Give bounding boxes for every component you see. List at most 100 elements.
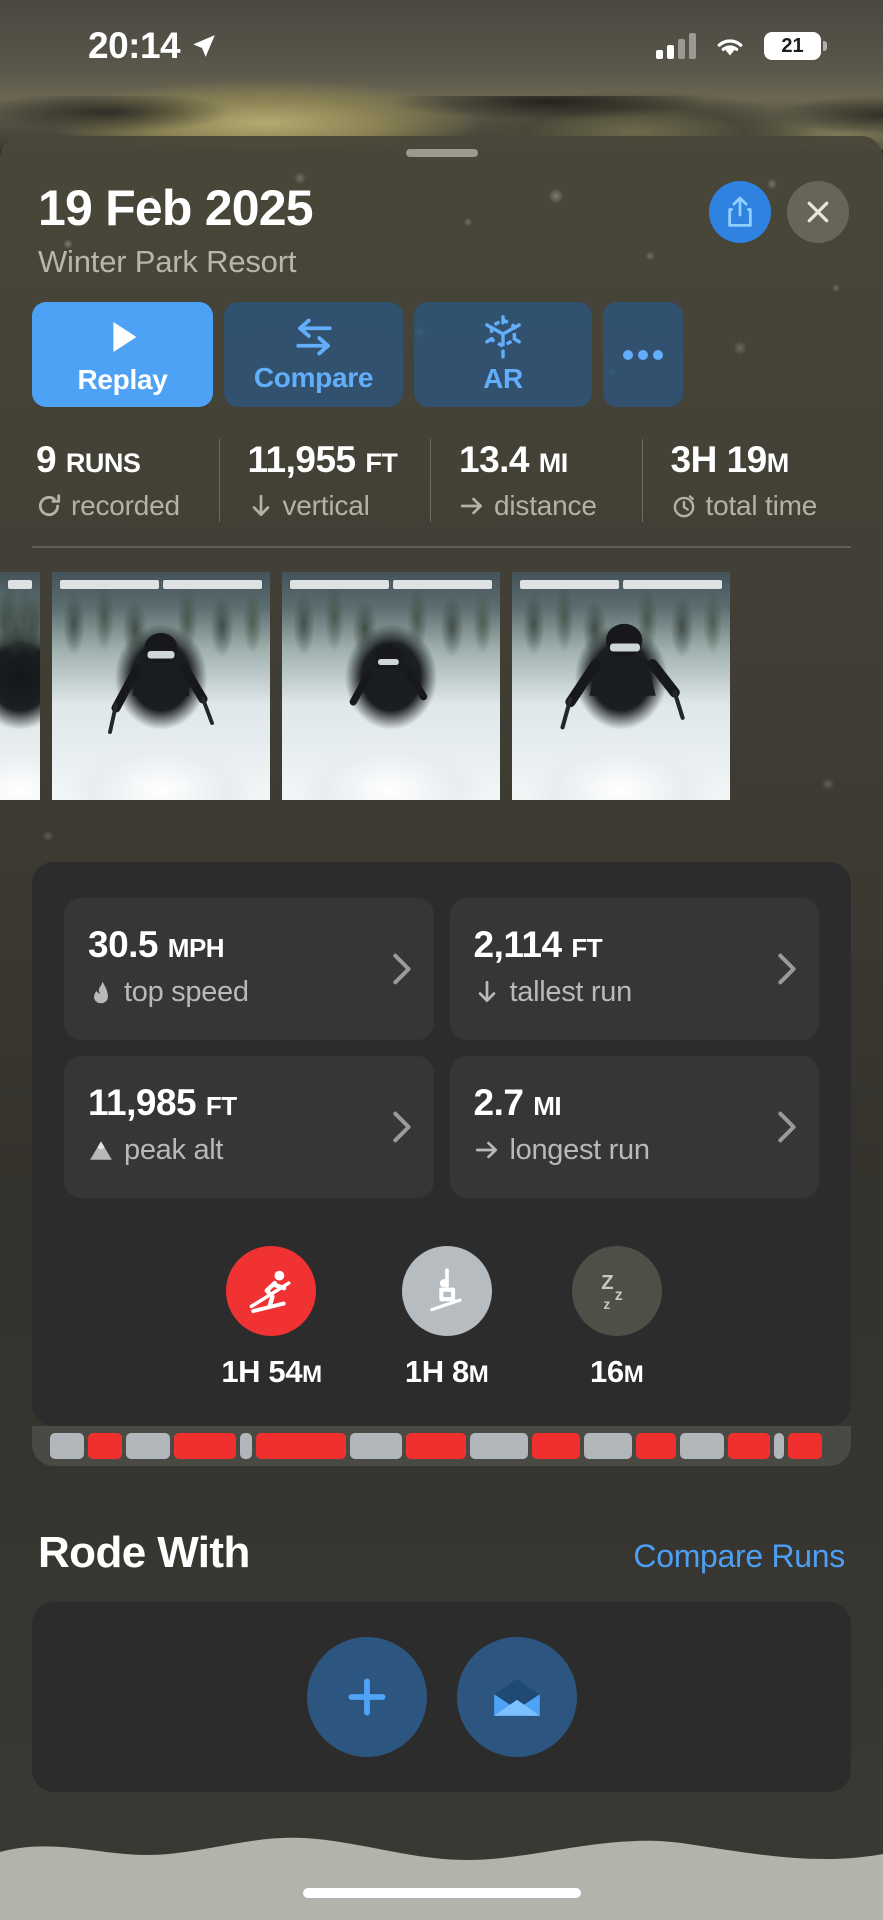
skier-figure <box>108 632 214 734</box>
total-time-unit: M <box>766 448 790 478</box>
compare-button[interactable]: Compare <box>224 302 403 407</box>
timeline-segment-ski[interactable] <box>174 1432 236 1459</box>
runs-label: recorded <box>71 490 180 521</box>
cellular-bars-icon <box>656 33 696 59</box>
ar-button-label: AR <box>483 362 523 394</box>
compare-runs-link[interactable]: Compare Runs <box>633 1538 845 1575</box>
timeline-segment-ski[interactable] <box>532 1432 580 1459</box>
timeline-segment-ski[interactable] <box>728 1432 770 1459</box>
action-button-row: Replay Compare AR <box>0 280 883 407</box>
compare-arrows-icon <box>295 318 332 355</box>
skier-icon <box>226 1245 317 1336</box>
replay-button[interactable]: Replay <box>32 302 213 407</box>
summary-stat-distance: 13.4 MI distance <box>430 439 642 522</box>
vertical-label: vertical <box>282 490 370 521</box>
peak-alt-value: 11,985 <box>88 1081 197 1123</box>
summary-stat-vertical: 11,955 FT vertical <box>218 439 431 522</box>
add-friend-button[interactable] <box>306 1636 427 1757</box>
chevron-right-icon <box>392 953 411 984</box>
status-bar-left: 20:14 <box>88 25 217 67</box>
activity-breakdown: 1H 54M 1H 8M Z z z 16M <box>64 1198 819 1426</box>
stat-card-peak-alt[interactable]: 11,985 FT peak alt <box>64 1055 434 1198</box>
ski-photo-2[interactable] <box>52 571 270 800</box>
tallest-run-label: tallest run <box>509 975 633 1008</box>
timeline-segment-lift[interactable] <box>774 1432 784 1459</box>
ar-button[interactable]: AR <box>414 302 592 407</box>
activity-rest[interactable]: Z z z 16M <box>571 1245 662 1390</box>
location-arrow-icon <box>193 35 215 57</box>
longest-run-label: longest run <box>509 1133 650 1166</box>
skier-figure <box>560 623 685 730</box>
svg-text:z: z <box>603 1297 610 1312</box>
clock-icon <box>673 495 694 518</box>
timeline-segment-ski[interactable] <box>788 1432 822 1459</box>
timeline-segment-lift[interactable] <box>50 1432 84 1459</box>
rode-with-header: Rode With Compare Runs <box>0 1466 883 1578</box>
longest-run-unit: MI <box>533 1090 562 1121</box>
timeline-segment-lift[interactable] <box>126 1432 170 1459</box>
timeline-segment-lift[interactable] <box>240 1432 252 1459</box>
close-icon <box>807 201 829 223</box>
photo-strip[interactable] <box>0 571 883 800</box>
header-divider <box>32 546 851 548</box>
arrow-right-icon <box>475 1141 497 1159</box>
home-indicator <box>302 1888 581 1898</box>
lift-time: 1H 8 <box>404 1353 469 1389</box>
close-button[interactable] <box>787 181 849 243</box>
share-icon <box>728 196 752 227</box>
ski-photo-4[interactable] <box>512 571 730 800</box>
lift-time-unit: M <box>468 1360 489 1388</box>
total-time-label: total time <box>705 490 818 521</box>
timeline-segment-ski[interactable] <box>636 1432 676 1459</box>
timeline-segment-lift[interactable] <box>680 1432 724 1459</box>
status-bar: 20:14 21 <box>0 0 883 92</box>
activity-lift[interactable]: 1H 8M <box>401 1245 492 1390</box>
plus-icon <box>347 1677 386 1716</box>
timeline-segment-ski[interactable] <box>88 1432 122 1459</box>
replay-button-label: Replay <box>77 363 168 395</box>
timeline-segment-lift[interactable] <box>584 1432 632 1459</box>
sheet-drag-handle[interactable] <box>405 149 478 157</box>
timeline-segment-lift[interactable] <box>470 1432 528 1459</box>
refresh-icon <box>38 494 61 517</box>
mountain-icon <box>90 1141 112 1160</box>
share-button[interactable] <box>709 181 771 243</box>
svg-text:Z: Z <box>601 1271 613 1293</box>
battery-icon: 21 <box>764 32 827 60</box>
activity-skiing[interactable]: 1H 54M <box>221 1245 322 1390</box>
header-buttons <box>709 181 849 243</box>
ski-photo-1[interactable] <box>0 571 40 800</box>
chairlift-icon <box>401 1245 492 1336</box>
skiing-time-unit: M <box>302 1360 322 1388</box>
vertical-value: 11,955 <box>247 439 357 480</box>
tallest-run-value: 2,114 <box>473 923 563 965</box>
envelope-open-icon <box>493 1677 540 1716</box>
distance-value: 13.4 <box>459 439 530 480</box>
timeline-segment-ski[interactable] <box>256 1432 346 1459</box>
resort-name: Winter Park Resort <box>38 244 297 279</box>
peak-alt-label: peak alt <box>124 1133 224 1166</box>
timeline-segment-ski[interactable] <box>406 1432 466 1459</box>
timeline-segment-lift[interactable] <box>350 1432 402 1459</box>
stats-panel: 30.5 MPH top speed 2,114 FT tallest run … <box>32 861 851 1426</box>
vertical-unit: FT <box>365 448 398 478</box>
runs-value: 9 <box>36 439 57 480</box>
ar-cube-icon <box>485 314 521 359</box>
activity-timeline-bar[interactable] <box>32 1425 851 1466</box>
chevron-right-icon <box>392 1111 411 1142</box>
stat-card-tallest-run[interactable]: 2,114 FT tallest run <box>449 897 819 1040</box>
ski-photo-3[interactable] <box>282 571 500 800</box>
chevron-right-icon <box>778 1111 796 1142</box>
arrow-down-icon <box>252 494 269 517</box>
more-options-button[interactable] <box>603 302 683 407</box>
summary-stats-row: 9 RUNS recorded 11,955 FT vertical 13.4 … <box>0 407 883 522</box>
stat-card-longest-run[interactable]: 2.7 MI longest run <box>449 1055 819 1198</box>
chevron-right-icon <box>778 953 796 984</box>
stat-card-grid: 30.5 MPH top speed 2,114 FT tallest run … <box>64 897 819 1198</box>
top-speed-value: 30.5 <box>88 923 159 965</box>
invite-button[interactable] <box>456 1636 577 1757</box>
rest-time: 16 <box>590 1353 624 1389</box>
total-time-value: 3H 19 <box>670 439 768 480</box>
sheet-header: 19 Feb 2025 Winter Park Resort <box>0 157 883 280</box>
stat-card-top-speed[interactable]: 30.5 MPH top speed <box>64 897 434 1040</box>
